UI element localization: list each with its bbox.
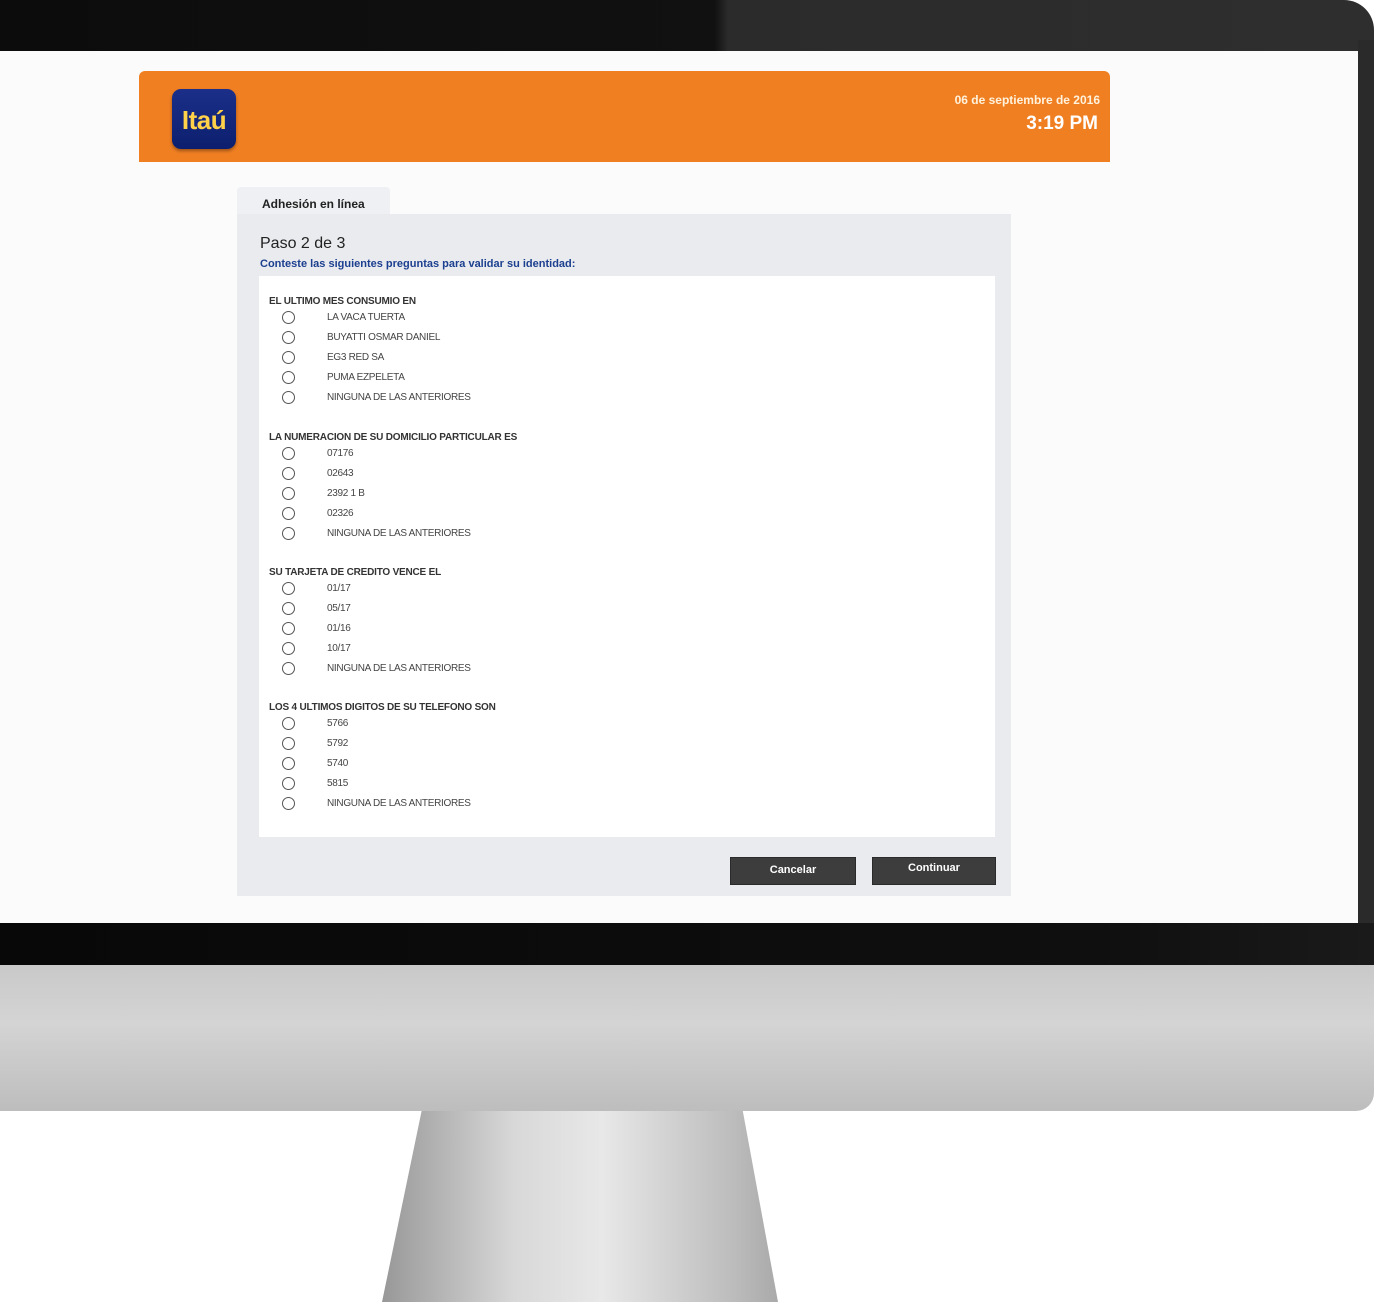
option-row[interactable]: NINGUNA DE LAS ANTERIORES [269,797,969,817]
radio-button[interactable] [282,351,295,364]
option-label: EG3 RED SA [327,352,385,363]
option-label: 5740 [327,758,349,769]
radio-button[interactable] [282,311,295,324]
radio-button[interactable] [282,622,295,635]
instruction-text: Conteste las siguientes preguntas para v… [260,258,576,270]
question-group: EL ULTIMO MES CONSUMIO EN LA VACA TUERTA… [269,296,969,411]
radio-button[interactable] [282,582,295,595]
radio-button[interactable] [282,602,295,615]
option-label: 07176 [327,448,354,459]
option-label: LA VACA TUERTA [327,312,405,323]
option-label: BUYATTI OSMAR DANIEL [327,332,441,343]
site-header: Itaú 06 de septiembre de 2016 3:19 PM [139,71,1110,162]
radio-button[interactable] [282,737,295,750]
step-indicator: Paso 2 de 3 [260,235,346,252]
question-label: LOS 4 ULTIMOS DIGITOS DE SU TELEFONO SON [269,702,496,713]
option-label: 2392 1 B [327,488,365,499]
question-label: EL ULTIMO MES CONSUMIO EN [269,296,416,307]
option-row[interactable]: NINGUNA DE LAS ANTERIORES [269,527,969,547]
option-row[interactable]: 5766 [269,717,969,737]
option-row[interactable]: 01/17 [269,582,969,602]
option-label: 01/17 [327,583,351,594]
tab-adhesion[interactable]: Adhesión en línea [237,187,390,215]
option-row[interactable]: 05/17 [269,602,969,622]
option-row[interactable]: 10/17 [269,642,969,662]
option-label: NINGUNA DE LAS ANTERIORES [327,798,471,809]
option-row[interactable]: PUMA EZPELETA [269,371,969,391]
logo-text: Itaú [181,105,227,135]
form-panel: Paso 2 de 3 Conteste las siguientes preg… [237,214,1011,896]
radio-button[interactable] [282,777,295,790]
option-label: 5792 [327,738,349,749]
option-label: 01/16 [327,623,351,634]
option-row[interactable]: 2392 1 B [269,487,969,507]
radio-button[interactable] [282,662,295,675]
monitor-bezel-top [0,0,1374,55]
header-date: 06 de septiembre de 2016 [954,93,1100,107]
radio-button[interactable] [282,717,295,730]
header-time: 3:19 PM [1026,113,1098,134]
option-row[interactable]: 07176 [269,447,969,467]
option-row[interactable]: 5792 [269,737,969,757]
option-row[interactable]: 02643 [269,467,969,487]
radio-button[interactable] [282,331,295,344]
question-label: LA NUMERACION DE SU DOMICILIO PARTICULAR… [269,432,518,443]
question-group: LA NUMERACION DE SU DOMICILIO PARTICULAR… [269,432,969,547]
option-label: NINGUNA DE LAS ANTERIORES [327,663,471,674]
option-label: NINGUNA DE LAS ANTERIORES [327,528,471,539]
tab-label: Adhesión en línea [262,197,365,211]
questions-box: EL ULTIMO MES CONSUMIO EN LA VACA TUERTA… [259,276,995,837]
monitor-stand [382,1111,778,1302]
radio-button[interactable] [282,507,295,520]
monitor-chin [0,965,1374,1111]
option-label: PUMA EZPELETA [327,372,405,383]
radio-button[interactable] [282,467,295,480]
radio-button[interactable] [282,757,295,770]
radio-button[interactable] [282,797,295,810]
radio-button[interactable] [282,371,295,384]
option-row[interactable]: 02326 [269,507,969,527]
radio-button[interactable] [282,642,295,655]
question-label: SU TARJETA DE CREDITO VENCE EL [269,567,441,578]
continue-button[interactable]: Continuar [872,857,996,885]
option-row[interactable]: 5740 [269,757,969,777]
option-row[interactable]: LA VACA TUERTA [269,311,969,331]
option-row[interactable]: 01/16 [269,622,969,642]
option-row[interactable]: BUYATTI OSMAR DANIEL [269,331,969,351]
option-label: 10/17 [327,643,351,654]
itau-logo: Itaú [172,89,236,149]
option-label: 02326 [327,508,354,519]
option-label: NINGUNA DE LAS ANTERIORES [327,392,471,403]
option-label: 02643 [327,468,354,479]
monitor-bezel-right [1358,40,1374,930]
option-row[interactable]: NINGUNA DE LAS ANTERIORES [269,662,969,682]
radio-button[interactable] [282,447,295,460]
option-row[interactable]: NINGUNA DE LAS ANTERIORES [269,391,969,411]
question-group: LOS 4 ULTIMOS DIGITOS DE SU TELEFONO SON… [269,702,969,817]
option-label: 5766 [327,718,349,729]
option-row[interactable]: 5815 [269,777,969,797]
question-group: SU TARJETA DE CREDITO VENCE EL 01/17 05/… [269,567,969,682]
radio-button[interactable] [282,391,295,404]
option-label: 05/17 [327,603,351,614]
radio-button[interactable] [282,487,295,500]
radio-button[interactable] [282,527,295,540]
monitor-bezel-bottom [0,923,1374,965]
option-label: 5815 [327,778,349,789]
cancel-button[interactable]: Cancelar [730,857,856,885]
option-row[interactable]: EG3 RED SA [269,351,969,371]
